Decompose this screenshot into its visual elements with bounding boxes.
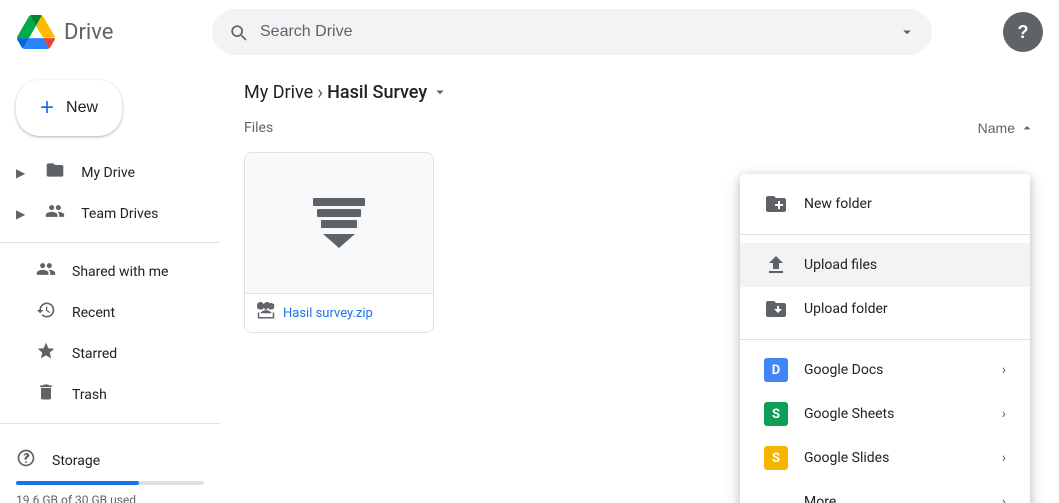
sidebar-item-trash[interactable]: Trash <box>0 374 204 415</box>
menu-divider-2 <box>740 339 1030 340</box>
google-docs-label: Google Docs <box>804 362 986 378</box>
zip-bar-2 <box>317 209 361 217</box>
help-button[interactable]: ? <box>1003 12 1043 52</box>
dropdown-menu: New folder Upload files Upload folder <box>740 174 1030 503</box>
docs-arrow-icon: › <box>1002 362 1006 378</box>
sidebar-item-shared[interactable]: Shared with me <box>0 251 204 292</box>
zip-arrow-icon <box>323 234 355 248</box>
team-drives-icon <box>45 201 65 226</box>
new-folder-label: New folder <box>804 196 1006 212</box>
sort-button[interactable]: Name <box>978 120 1035 136</box>
team-drives-label: Team Drives <box>81 206 158 222</box>
app-title: Drive <box>64 20 113 45</box>
menu-item-google-docs[interactable]: D Google Docs › <box>740 348 1030 392</box>
new-button-label: New <box>66 99 98 117</box>
sort-label: Name <box>978 120 1015 136</box>
more-icon <box>764 490 788 503</box>
google-slides-label: Google Slides <box>804 450 986 466</box>
files-label: Files <box>244 120 273 136</box>
zip-bars <box>313 198 365 228</box>
menu-item-upload-files[interactable]: Upload files <box>740 243 1030 287</box>
storage-bar <box>16 481 204 485</box>
file-card[interactable]: Hasil survey.zip <box>244 152 434 333</box>
file-name: Hasil survey.zip <box>283 306 373 321</box>
my-drive-icon <box>45 160 65 185</box>
shared-label: Shared with me <box>72 264 168 280</box>
sidebar-item-team-drives[interactable]: ▶ Team Drives <box>0 193 204 234</box>
menu-divider-1 <box>740 234 1030 235</box>
breadcrumb-dropdown-icon <box>431 83 449 101</box>
search-input[interactable] <box>260 23 886 41</box>
logo-area: Drive <box>16 15 196 49</box>
sidebar-divider-1 <box>0 242 220 243</box>
main-area: + New ▶ My Drive ▶ Team Drives <box>0 64 1059 503</box>
menu-item-new-folder[interactable]: New folder <box>740 182 1030 226</box>
help-icon: ? <box>1018 22 1029 43</box>
new-button[interactable]: + New <box>16 80 122 136</box>
google-sheets-icon: S <box>764 402 788 426</box>
slides-arrow-icon: › <box>1002 450 1006 466</box>
google-sheets-label: Google Sheets <box>804 406 986 422</box>
main-content: My Drive › Hasil Survey Files Name <box>220 64 1059 503</box>
upload-files-icon <box>764 253 788 277</box>
sidebar-item-my-drive[interactable]: ▶ My Drive <box>0 152 204 193</box>
storage-used-text: 19.6 GB of 30 GB used <box>16 493 204 503</box>
storage-bar-fill <box>16 481 139 485</box>
my-drive-label: My Drive <box>81 165 135 181</box>
more-label: More <box>804 494 986 503</box>
recent-label: Recent <box>72 305 115 321</box>
file-preview <box>245 153 433 293</box>
sidebar-item-starred[interactable]: Starred <box>0 333 204 374</box>
app-container: Drive ? + New ▶ <box>0 0 1059 503</box>
menu-item-upload-folder[interactable]: Upload folder <box>740 287 1030 331</box>
breadcrumb-current-label: Hasil Survey <box>327 82 427 103</box>
sheets-arrow-icon: › <box>1002 406 1006 422</box>
menu-item-google-slides[interactable]: S Google Slides › <box>740 436 1030 480</box>
breadcrumb-root-link[interactable]: My Drive <box>244 82 313 103</box>
menu-item-google-sheets[interactable]: S Google Sheets › <box>740 392 1030 436</box>
search-icon <box>228 22 248 42</box>
breadcrumb-separator: › <box>317 80 323 104</box>
file-info: Hasil survey.zip <box>245 293 433 332</box>
breadcrumb: My Drive › Hasil Survey <box>244 80 1035 104</box>
zip-bar-3 <box>321 220 357 228</box>
storage-icon <box>16 448 36 473</box>
starred-icon <box>36 341 56 366</box>
trash-icon <box>36 382 56 407</box>
upload-folder-label: Upload folder <box>804 301 1006 317</box>
expand-arrow-icon: ▶ <box>16 166 25 180</box>
google-slides-icon: S <box>764 446 788 470</box>
files-header: Files Name <box>244 120 1035 136</box>
storage-section: Storage 19.6 GB of 30 GB used UPGRADE ST… <box>0 432 220 503</box>
storage-label: Storage <box>52 453 100 469</box>
search-dropdown-icon[interactable] <box>898 23 916 41</box>
top-bar: Drive ? <box>0 0 1059 64</box>
google-docs-icon: D <box>764 358 788 382</box>
sort-arrow-icon <box>1019 120 1035 136</box>
more-arrow-icon: › <box>1002 494 1006 503</box>
zip-preview-icon <box>313 198 365 248</box>
menu-item-more[interactable]: More › <box>740 480 1030 503</box>
drive-logo-icon <box>16 15 56 49</box>
breadcrumb-current[interactable]: Hasil Survey <box>327 82 449 103</box>
new-plus-icon: + <box>40 94 54 122</box>
zip-bar-1 <box>313 198 365 206</box>
new-folder-icon <box>764 192 788 216</box>
file-type-icon <box>257 302 275 324</box>
upload-files-label: Upload files <box>804 257 1006 273</box>
search-bar <box>212 9 932 55</box>
sidebar-item-recent[interactable]: Recent <box>0 292 204 333</box>
expand-arrow-team-icon: ▶ <box>16 207 25 221</box>
sidebar-divider-2 <box>0 423 220 424</box>
sidebar: + New ▶ My Drive ▶ Team Drives <box>0 64 220 503</box>
upload-folder-icon <box>764 297 788 321</box>
storage-item: Storage <box>16 440 204 481</box>
shared-icon <box>36 259 56 284</box>
starred-label: Starred <box>72 346 117 362</box>
trash-label: Trash <box>72 387 107 403</box>
recent-icon <box>36 300 56 325</box>
